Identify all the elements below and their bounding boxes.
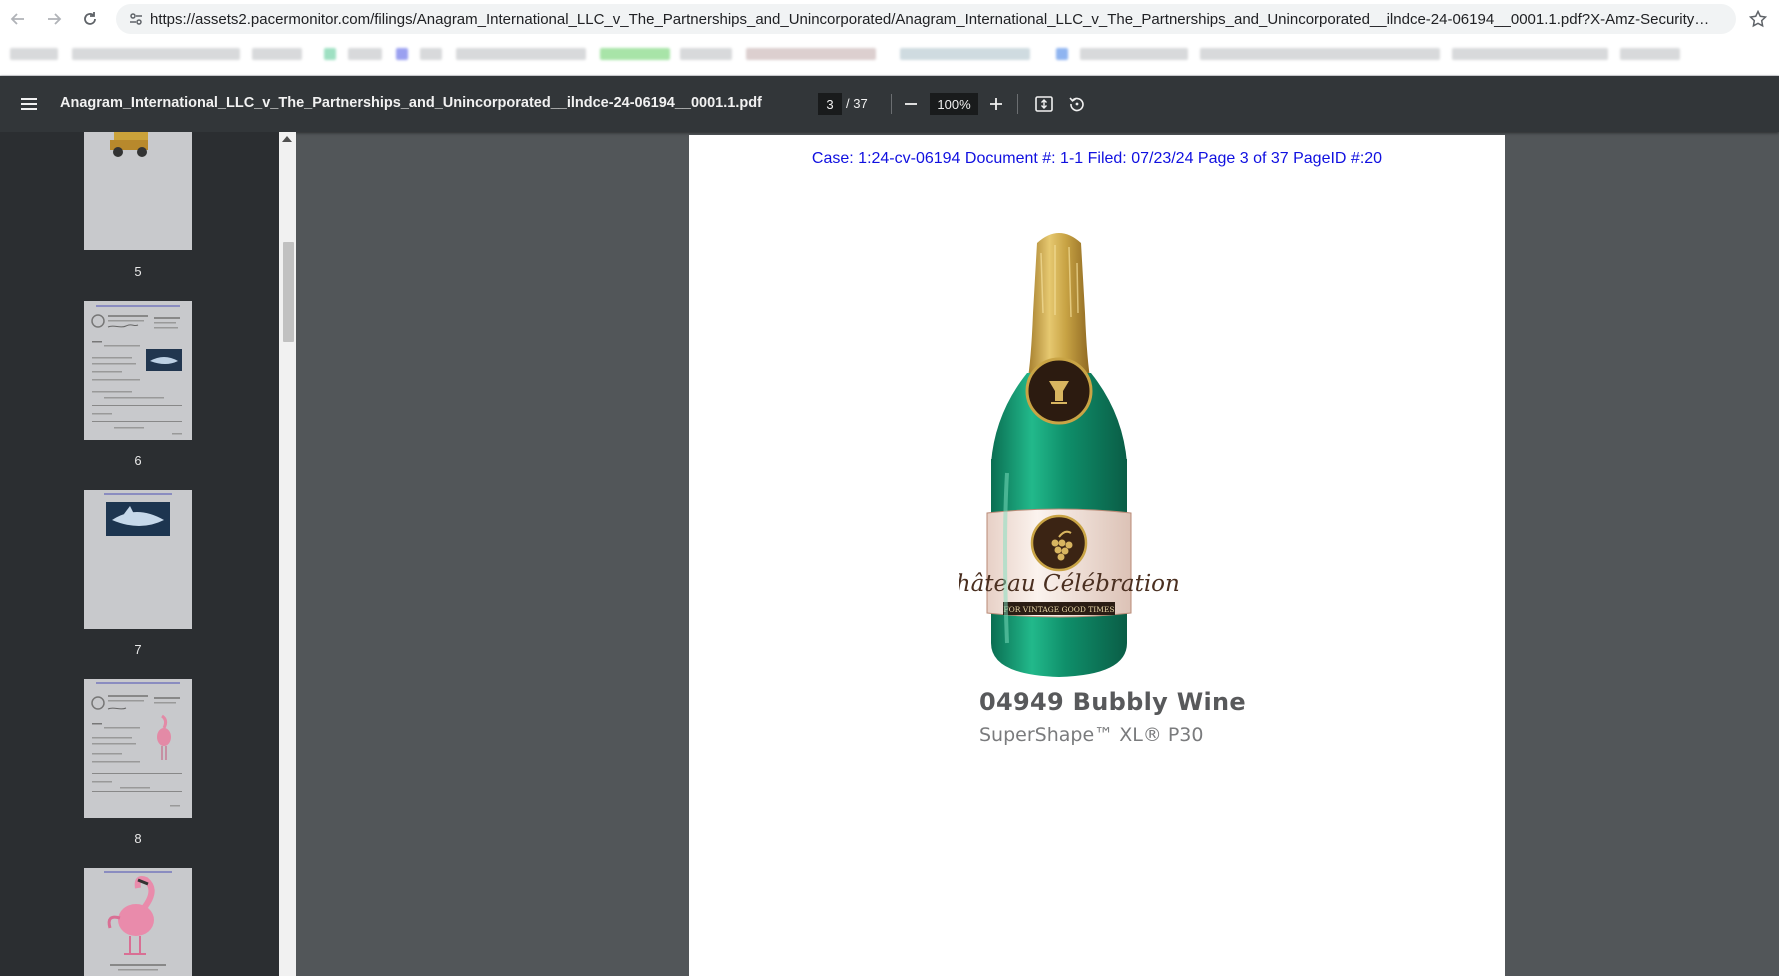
thumbnail-sidebar: 5 6 7 8 [0, 132, 279, 976]
page-total: / 37 [846, 96, 868, 111]
bookmark-star-icon[interactable] [1745, 6, 1771, 32]
site-info-icon[interactable] [122, 11, 150, 27]
url-bar[interactable]: https://assets2.pacermonitor.com/filings… [116, 4, 1736, 34]
bookmark-item[interactable] [456, 48, 586, 60]
bookmark-item[interactable] [746, 48, 876, 60]
bookmark-item[interactable] [1620, 48, 1680, 60]
bookmark-favicon [396, 48, 408, 60]
thumbnail-label: 5 [134, 264, 142, 279]
champagne-bottle-balloon-image: Château Célébration FOR VINTAGE GOOD TIM… [959, 233, 1179, 677]
thumbnail-label: 8 [134, 831, 142, 846]
rotate-button[interactable] [1064, 91, 1090, 117]
bookmark-item[interactable] [252, 48, 302, 60]
rotate-icon [1069, 97, 1084, 112]
thumbnail-image [84, 679, 192, 818]
bookmark-item[interactable] [1452, 48, 1608, 60]
bookmark-item[interactable] [72, 48, 240, 60]
sidebar-scrollbar-thumb[interactable] [283, 242, 294, 342]
case-header: Case: 1:24-cv-06194 Document #: 1-1 File… [811, 150, 1383, 167]
bookmark-item[interactable] [1080, 48, 1188, 60]
minus-icon [905, 103, 917, 105]
bookmark-item[interactable] [680, 48, 732, 60]
pdf-page: Case: 1:24-cv-06194 Document #: 1-1 File… [689, 135, 1505, 976]
bookmark-item[interactable] [10, 48, 58, 60]
bookmark-favicon [324, 48, 336, 60]
zoom-input[interactable] [930, 93, 978, 115]
menu-icon[interactable] [18, 93, 40, 115]
bookmark-item[interactable] [600, 48, 670, 60]
zoom-in-button[interactable] [983, 91, 1009, 117]
plus-icon [990, 98, 1002, 110]
bookmark-item[interactable] [348, 48, 382, 60]
reload-button[interactable] [72, 0, 108, 38]
thumbnail-page-6[interactable] [84, 301, 192, 440]
arrow-left-icon [10, 13, 24, 25]
pdf-toolbar: Anagram_International_LLC_v_The_Partners… [0, 76, 1779, 132]
fit-to-page-icon [1035, 96, 1053, 112]
thumbnail-label: 7 [134, 642, 142, 657]
url-text[interactable]: https://assets2.pacermonitor.com/filings… [150, 11, 1710, 28]
document-title: Anagram_International_LLC_v_The_Partners… [60, 95, 762, 111]
label-brand-text: Château Célébration [959, 571, 1179, 597]
bookmark-favicon [1056, 48, 1068, 60]
reload-icon [84, 12, 96, 25]
browser-address-bar: https://assets2.pacermonitor.com/filings… [0, 0, 1779, 38]
page-number-input[interactable] [818, 93, 842, 115]
bookmark-item[interactable] [900, 48, 1030, 60]
thumbnail-page-8[interactable] [84, 679, 192, 818]
bookmark-item[interactable] [420, 48, 442, 60]
scroll-up-arrow-icon[interactable] [282, 136, 292, 142]
arrow-right-icon [48, 13, 62, 25]
label-tagline-text: FOR VINTAGE GOOD TIMES [1003, 605, 1114, 614]
zoom-out-button[interactable] [898, 91, 924, 117]
toolbar-divider [1017, 94, 1018, 114]
thumbnail-image [84, 132, 192, 250]
thumbnail-image [84, 301, 192, 440]
thumbnail-image [84, 490, 192, 629]
product-line: SuperShape™ XL® P30 [979, 724, 1204, 746]
thumbnail-page-5[interactable] [84, 132, 192, 250]
back-button[interactable] [0, 0, 36, 38]
thumbnail-page-9[interactable] [84, 868, 192, 976]
forward-button[interactable] [36, 0, 72, 38]
thumbnail-label: 6 [134, 453, 142, 468]
bookmark-item[interactable] [1200, 48, 1440, 60]
product-code: 04949 Bubbly Wine [979, 688, 1246, 716]
thumbnail-image [84, 868, 192, 976]
fit-page-button[interactable] [1031, 91, 1057, 117]
thumbnail-page-7[interactable] [84, 490, 192, 629]
toolbar-divider [891, 94, 892, 114]
